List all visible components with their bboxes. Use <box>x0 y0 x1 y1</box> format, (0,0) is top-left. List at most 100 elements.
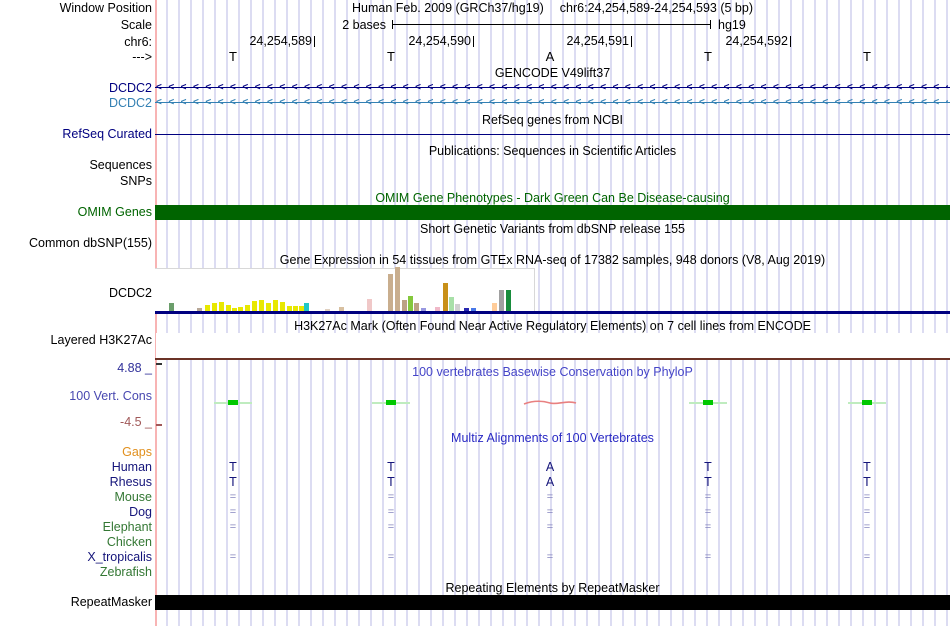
gtex-tissue-bar <box>367 299 372 311</box>
gtex-tissue-bar <box>408 296 413 311</box>
genome-label: hg19 <box>718 18 746 32</box>
multiz-base-rhesus: T <box>704 475 712 489</box>
h3k27ac-baseline <box>155 358 950 360</box>
track-title: Gene Expression in 54 tissues from GTEx … <box>279 253 826 267</box>
multiz-base-human: T <box>863 460 871 474</box>
multiz-base-elephant: = <box>229 521 237 533</box>
scale-bar-right-tick <box>710 20 711 29</box>
multiz-base-dog: = <box>704 506 712 518</box>
gtex-tissue-bar <box>492 303 497 311</box>
coordinate-tick <box>473 36 474 47</box>
gtex-tissue-bar <box>455 304 460 311</box>
gtex-tissue-bar <box>219 302 224 311</box>
gtex-tissue-bar <box>280 302 285 311</box>
coordinate-tick <box>314 36 315 47</box>
track-label-100-vert-cons[interactable]: 100 Vert. Cons <box>0 389 152 403</box>
track-label-snps[interactable]: SNPs <box>0 174 152 188</box>
gtex-tissue-bar <box>388 274 393 311</box>
cons-max-tick <box>156 363 162 365</box>
assembly-label: Human Feb. 2009 (GRCh37/hg19) <box>352 1 544 15</box>
multiz-base-human: T <box>229 460 237 474</box>
multiz-base-rhesus: A <box>545 475 555 489</box>
multiz-base-mouse: = <box>546 491 554 503</box>
gtex-tissue-bar <box>259 300 264 311</box>
phylop-negative-mark <box>523 397 577 411</box>
track-label-dcdc2[interactable]: DCDC2 <box>0 96 152 110</box>
multiz-base-elephant: = <box>546 521 554 533</box>
track-label-dcdc2[interactable]: DCDC2 <box>0 286 152 300</box>
track-title: Multiz Alignments of 100 Vertebrates <box>451 431 654 445</box>
multiz-base-mouse: = <box>704 491 712 503</box>
track-label-x-tropicalis[interactable]: X_tropicalis <box>0 550 152 564</box>
multiz-base-x_tropicalis: = <box>387 551 395 563</box>
track-label-repeatmasker[interactable]: RepeatMasker <box>0 595 152 609</box>
multiz-base-mouse: = <box>863 491 871 503</box>
multiz-base-x_tropicalis: = <box>546 551 554 563</box>
track-label-gaps[interactable]: Gaps <box>0 445 152 459</box>
track-title: 100 vertebrates Basewise Conservation by… <box>412 365 693 379</box>
track-label-human[interactable]: Human <box>0 460 152 474</box>
position-header: Human Feb. 2009 (GRCh37/hg19) chr6:24,25… <box>155 1 950 15</box>
base-letter: T <box>387 49 395 64</box>
scale-bar <box>392 24 710 25</box>
track-label-sequences[interactable]: Sequences <box>0 158 152 172</box>
multiz-base-x_tropicalis: = <box>863 551 871 563</box>
coordinate-label: 24,254,591 <box>566 34 629 48</box>
track-label-chr6-[interactable]: chr6: <box>0 35 152 49</box>
gtex-tissue-bar <box>443 283 448 311</box>
track-label-omim-genes[interactable]: OMIM Genes <box>0 205 152 219</box>
h3k27ac-track-area[interactable] <box>156 333 950 358</box>
track-label-refseq-curated[interactable]: RefSeq Curated <box>0 127 152 141</box>
omim-genes-bar[interactable] <box>155 205 950 220</box>
track-label-layered-h3k27ac[interactable]: Layered H3K27Ac <box>0 333 152 347</box>
track-label-zebrafish[interactable]: Zebrafish <box>0 565 152 579</box>
track-label-common-dbsnp-155-[interactable]: Common dbSNP(155) <box>0 236 152 250</box>
genome-browser-image: Human Feb. 2009 (GRCh37/hg19) chr6:24,25… <box>0 0 950 626</box>
scale-value: 2 bases <box>342 18 386 32</box>
scale-bar-left-tick <box>392 20 393 29</box>
gtex-tissue-bar <box>449 297 454 311</box>
track-label-4-88-[interactable]: 4.88 _ <box>0 361 152 375</box>
gtex-tissue-bar <box>414 303 419 311</box>
gtex-tissue-bar <box>506 290 511 311</box>
coordinate-tick <box>790 36 791 47</box>
base-letter: A <box>545 49 555 64</box>
multiz-base-dog: = <box>387 506 395 518</box>
multiz-base-dog: = <box>863 506 871 518</box>
gtex-tissue-bar <box>252 301 257 311</box>
track-label-dog[interactable]: Dog <box>0 505 152 519</box>
track-label--[interactable]: ---> <box>0 50 152 64</box>
track-label-dcdc2[interactable]: DCDC2 <box>0 81 152 95</box>
track-title: Repeating Elements by RepeatMasker <box>445 581 660 595</box>
repeatmasker-bar[interactable] <box>155 595 950 610</box>
phylop-positive-mark <box>703 400 713 405</box>
coordinate-label: 24,254,592 <box>725 34 788 48</box>
coordinate-label: 24,254,589 <box>249 34 312 48</box>
phylop-positive-mark <box>862 400 872 405</box>
multiz-base-rhesus: T <box>387 475 395 489</box>
base-letter: T <box>704 49 712 64</box>
coordinate-tick <box>631 36 632 47</box>
multiz-base-dog: = <box>546 506 554 518</box>
multiz-base-x_tropicalis: = <box>704 551 712 563</box>
track-label-chicken[interactable]: Chicken <box>0 535 152 549</box>
multiz-base-mouse: = <box>229 491 237 503</box>
track-label-scale[interactable]: Scale <box>0 18 152 32</box>
multiz-base-human: T <box>387 460 395 474</box>
multiz-base-human: A <box>545 460 555 474</box>
position-range-label: chr6:24,254,589-24,254,593 (5 bp) <box>559 1 753 15</box>
track-title: GENCODE V49lift37 <box>494 66 611 80</box>
track-label--4-5-[interactable]: -4.5 _ <box>0 415 152 429</box>
multiz-base-human: T <box>704 460 712 474</box>
refseq-curated-line[interactable] <box>155 134 950 135</box>
gtex-tissue-bar <box>273 300 278 311</box>
track-title: OMIM Gene Phenotypes - Dark Green Can Be… <box>375 191 730 205</box>
gtex-tissue-bar <box>212 303 217 311</box>
base-letter: T <box>863 49 871 64</box>
track-label-window-position[interactable]: Window Position <box>0 1 152 15</box>
track-label-elephant[interactable]: Elephant <box>0 520 152 534</box>
gtex-tissue-bar <box>266 303 271 311</box>
track-label-rhesus[interactable]: Rhesus <box>0 475 152 489</box>
track-label-mouse[interactable]: Mouse <box>0 490 152 504</box>
multiz-base-rhesus: T <box>863 475 871 489</box>
